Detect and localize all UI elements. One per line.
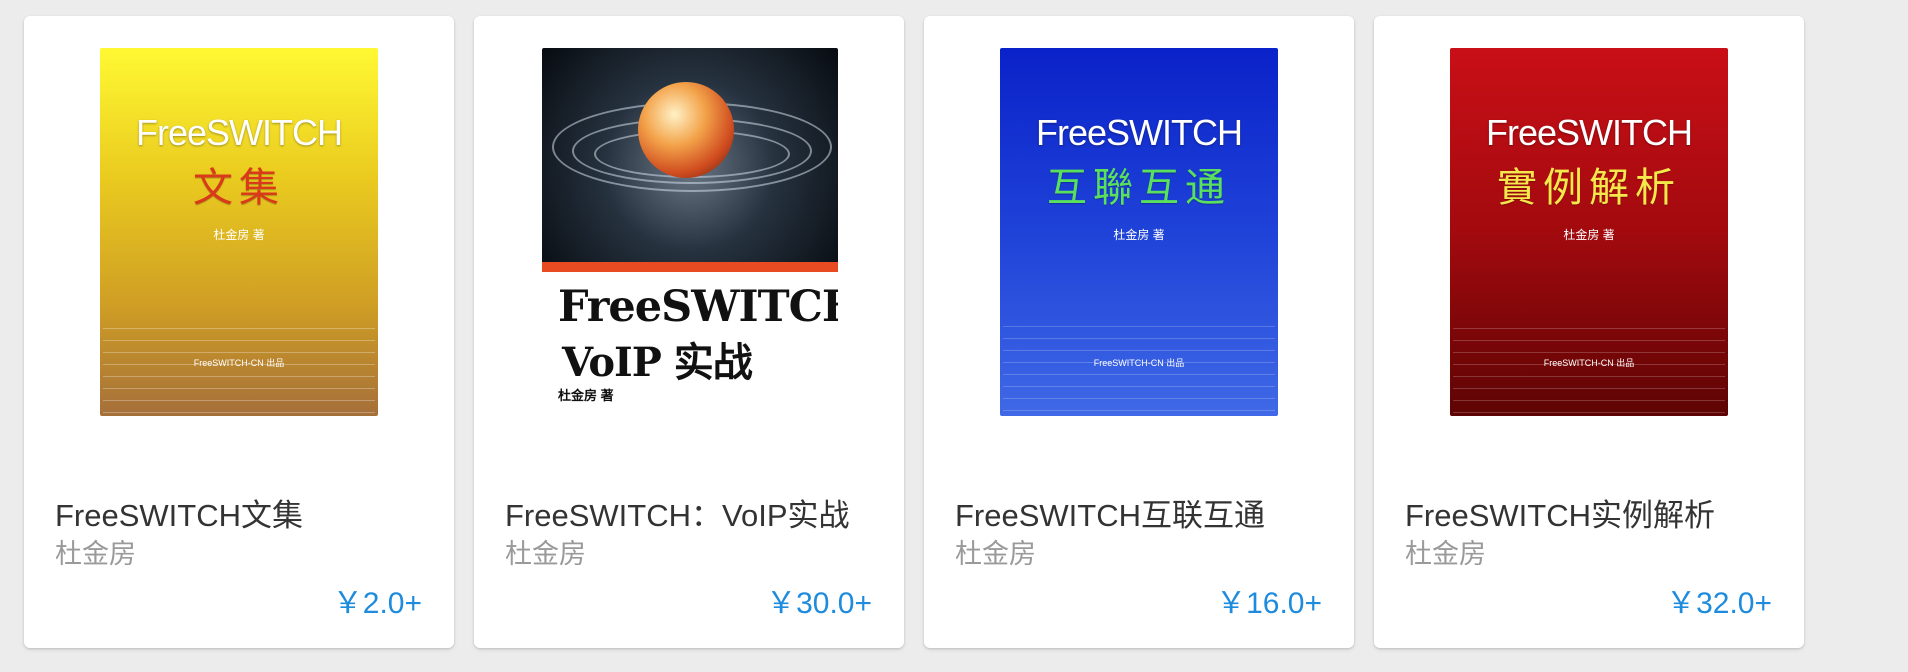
cover-title: FreeSWITCH — [136, 112, 343, 153]
book-author: 杜金房 — [955, 539, 1036, 569]
cover-publisher: FreeSWITCH-CN 出品 — [1543, 358, 1635, 368]
cover-title: FreeSWITCH — [558, 282, 838, 332]
cover-title: FreeSWITCH — [1036, 112, 1243, 153]
book-cover-voip[interactable]: FreeSWITCH VoIP 实战 杜金房 著 — [542, 48, 838, 416]
cover-subtitle: 實例解析 — [1497, 165, 1681, 211]
book-card-examples[interactable]: FreeSWITCH 實例解析 杜金房 著 FreeSWITCH-CN 出品 F… — [1374, 16, 1804, 648]
globe-artwork — [542, 48, 838, 262]
cover-subtitle: 互聯互通 — [1047, 165, 1231, 211]
cover-publisher: FreeSWITCH-CN 出品 — [193, 358, 285, 368]
cover-sip-texture — [103, 328, 375, 414]
book-cover-interop[interactable]: FreeSWITCH 互聯互通 杜金房 著 FreeSWITCH-CN 出品 — [1000, 48, 1278, 416]
cover-author: 杜金房 著 — [1563, 228, 1615, 242]
book-price: ￥2.0+ — [332, 587, 422, 620]
book-title[interactable]: FreeSWITCH互联互通 — [955, 490, 1265, 535]
book-title[interactable]: FreeSWITCH：VoIP实战 — [505, 490, 850, 535]
cover-subtitle: 文集 — [193, 165, 285, 211]
cover-author: 杜金房 著 — [1113, 228, 1165, 242]
book-card-wenji[interactable]: FreeSWITCH 文集 杜金房 著 FreeSWITCH-CN 出品 Fre… — [24, 16, 454, 648]
book-price: ￥16.0+ — [1216, 587, 1322, 620]
cover-sip-texture — [1003, 326, 1275, 412]
book-cover-examples[interactable]: FreeSWITCH 實例解析 杜金房 著 FreeSWITCH-CN 出品 — [1450, 48, 1728, 416]
book-card-voip[interactable]: FreeSWITCH VoIP 实战 杜金房 著 FreeSWITCH：VoIP… — [474, 16, 904, 648]
cover-title: FreeSWITCH — [1486, 112, 1693, 153]
book-author: 杜金房 — [505, 539, 586, 569]
book-title[interactable]: FreeSWITCH文集 — [55, 490, 303, 535]
book-cover-wenji[interactable]: FreeSWITCH 文集 杜金房 著 FreeSWITCH-CN 出品 — [100, 48, 378, 416]
book-price: ￥32.0+ — [1666, 587, 1772, 620]
book-author: 杜金房 — [1405, 539, 1486, 569]
book-card-interop[interactable]: FreeSWITCH 互聯互通 杜金房 著 FreeSWITCH-CN 出品 F… — [924, 16, 1354, 648]
book-grid: FreeSWITCH 文集 杜金房 著 FreeSWITCH-CN 出品 Fre… — [24, 16, 1804, 648]
cover-publisher: FreeSWITCH-CN 出品 — [1093, 358, 1185, 368]
cover-author: 杜金房 著 — [558, 388, 614, 403]
cover-sip-texture — [1453, 328, 1725, 414]
cover-accent-bar — [542, 262, 838, 272]
book-author: 杜金房 — [55, 539, 136, 569]
globe-icon — [638, 82, 734, 178]
cover-subtitle: VoIP 实战 — [562, 339, 753, 386]
cover-author: 杜金房 著 — [213, 228, 265, 242]
book-title[interactable]: FreeSWITCH实例解析 — [1405, 490, 1715, 535]
book-price: ￥30.0+ — [766, 587, 872, 620]
